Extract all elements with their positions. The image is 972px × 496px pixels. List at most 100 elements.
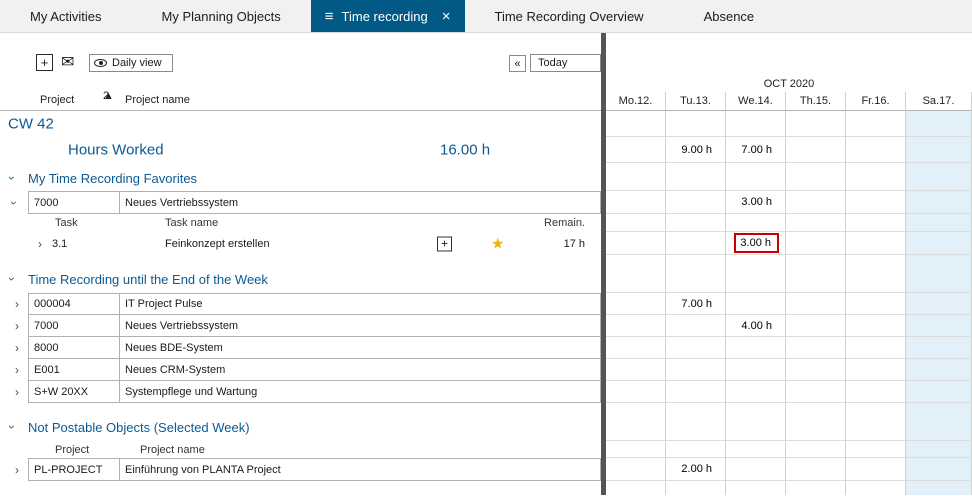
- section-title[interactable]: Not Postable Objects (Selected Week): [28, 420, 250, 435]
- column-header-project[interactable]: Project: [40, 94, 74, 106]
- task-name[interactable]: Feinkonzept erstellen: [165, 238, 270, 250]
- section-title[interactable]: My Time Recording Favorites: [28, 171, 197, 186]
- time-entry-cell-th[interactable]: [786, 315, 846, 337]
- time-entry-cell-we[interactable]: [726, 381, 786, 403]
- time-entry-cell-tu[interactable]: 2.00 h: [666, 458, 726, 481]
- collapse-icon[interactable]: ›: [6, 176, 18, 180]
- time-entry-cell-we[interactable]: [726, 337, 786, 359]
- time-entry-cell-mo[interactable]: [606, 191, 666, 214]
- favorite-star-icon[interactable]: ★: [491, 234, 504, 252]
- project-code-cell[interactable]: E001: [28, 359, 120, 381]
- project-name-cell[interactable]: Neues CRM-System: [119, 359, 601, 381]
- project-code-cell[interactable]: 7000: [28, 315, 120, 337]
- project-code-cell[interactable]: 8000: [28, 337, 120, 359]
- expand-icon[interactable]: ›: [15, 342, 19, 354]
- project-code-cell[interactable]: PL-PROJECT: [28, 458, 120, 481]
- project-code-cell[interactable]: S+W 20XX: [28, 381, 120, 403]
- time-entry-cell-tu[interactable]: [666, 359, 726, 381]
- time-entry-cell-we[interactable]: [726, 293, 786, 315]
- time-entry-cell-sa[interactable]: [906, 315, 972, 337]
- time-entry-cell-sa[interactable]: [906, 191, 972, 214]
- time-entry-cell-mo[interactable]: [606, 458, 666, 481]
- time-entry-cell-sa[interactable]: [906, 293, 972, 315]
- add-button[interactable]: +: [36, 54, 53, 71]
- time-entry-cell-fr[interactable]: [846, 359, 906, 381]
- time-entry-cell-fr[interactable]: [846, 232, 906, 255]
- time-entry-cell-mo[interactable]: [606, 293, 666, 315]
- mail-button[interactable]: ✉: [61, 55, 74, 71]
- column-header-project-name[interactable]: Project name: [125, 94, 190, 106]
- time-entry-cell-mo[interactable]: [606, 315, 666, 337]
- collapse-icon[interactable]: ›: [6, 277, 18, 281]
- time-entry-cell-we[interactable]: 3.00 h: [726, 191, 786, 214]
- time-entry-cell-tu[interactable]: [666, 315, 726, 337]
- time-entry-cell-th[interactable]: [786, 458, 846, 481]
- expand-icon[interactable]: ›: [15, 320, 19, 332]
- time-entry-cell-fr[interactable]: [846, 293, 906, 315]
- time-entry-cell-we[interactable]: 4.00 h: [726, 315, 786, 337]
- collapse-icon[interactable]: ›: [8, 201, 20, 205]
- expand-icon[interactable]: ›: [15, 298, 19, 310]
- project-name-cell[interactable]: Neues Vertriebssystem: [119, 191, 601, 214]
- menu-icon[interactable]: ≡: [325, 8, 334, 25]
- time-entry-cell-sa[interactable]: [906, 381, 972, 403]
- time-entry-cell-fr[interactable]: [846, 337, 906, 359]
- time-entry-cell-mo[interactable]: [606, 359, 666, 381]
- time-entry-cell-tu[interactable]: 7.00 h: [666, 293, 726, 315]
- day-cell: [606, 441, 666, 458]
- previous-button[interactable]: «: [509, 55, 526, 72]
- project-code-cell[interactable]: 7000: [28, 191, 120, 214]
- time-entry-cell-tu[interactable]: [666, 381, 726, 403]
- tab-time-recording[interactable]: ≡ Time recording ×: [311, 0, 465, 32]
- time-entry-cell-sa[interactable]: [906, 232, 972, 255]
- time-entry-cell-fr[interactable]: [846, 381, 906, 403]
- add-time-button[interactable]: +: [437, 236, 452, 251]
- project-name-cell[interactable]: Neues BDE-System: [119, 337, 601, 359]
- day-cell: [786, 214, 846, 232]
- time-entry-cell-we[interactable]: [726, 458, 786, 481]
- task-id[interactable]: 3.1: [52, 238, 67, 250]
- today-button[interactable]: Today: [530, 54, 601, 72]
- project-name-cell[interactable]: Einführung von PLANTA Project: [119, 458, 601, 481]
- time-entry-cell-sa[interactable]: [906, 337, 972, 359]
- pane-splitter[interactable]: [601, 33, 606, 495]
- time-entry-cell-fr[interactable]: [846, 191, 906, 214]
- time-entry-cell-fr[interactable]: [846, 458, 906, 481]
- tab-my-activities[interactable]: My Activities: [0, 0, 132, 32]
- daily-view-button[interactable]: Daily view: [89, 54, 173, 72]
- project-name-cell[interactable]: IT Project Pulse: [119, 293, 601, 315]
- time-entry-cell-sa[interactable]: [906, 359, 972, 381]
- time-entry-cell-tu[interactable]: [666, 191, 726, 214]
- collapse-icon[interactable]: ›: [6, 425, 18, 429]
- tab-absence[interactable]: Absence: [674, 0, 785, 32]
- tab-my-planning-objects[interactable]: My Planning Objects: [132, 0, 311, 32]
- eye-icon: [94, 59, 107, 67]
- time-entry-cell-fr[interactable]: [846, 315, 906, 337]
- highlighted-time-cell[interactable]: 3.00 h: [734, 233, 779, 253]
- time-entry-cell-th[interactable]: [786, 381, 846, 403]
- expand-icon[interactable]: ›: [38, 238, 42, 250]
- section-title[interactable]: Time Recording until the End of the Week: [28, 272, 268, 287]
- time-entry-cell-we[interactable]: [726, 359, 786, 381]
- time-entry-cell-th[interactable]: [786, 232, 846, 255]
- expand-icon[interactable]: ›: [15, 364, 19, 376]
- time-entry-cell-th[interactable]: [786, 359, 846, 381]
- day-cell: [786, 111, 846, 137]
- tab-time-recording-overview[interactable]: Time Recording Overview: [465, 0, 674, 32]
- time-entry-cell-mo[interactable]: [606, 381, 666, 403]
- time-entry-cell-mo[interactable]: [606, 232, 666, 255]
- project-code-cell[interactable]: 000004: [28, 293, 120, 315]
- expand-icon[interactable]: ›: [15, 464, 19, 476]
- time-entry-cell-sa[interactable]: [906, 458, 972, 481]
- time-entry-cell-mo[interactable]: [606, 337, 666, 359]
- expand-icon[interactable]: ›: [15, 386, 19, 398]
- day-header-row: Mo.12. Tu.13. We.14. Th.15. Fr.16. Sa.17…: [606, 92, 972, 111]
- time-entry-cell-tu[interactable]: [666, 232, 726, 255]
- time-entry-cell-th[interactable]: [786, 191, 846, 214]
- time-entry-cell-tu[interactable]: [666, 337, 726, 359]
- time-entry-cell-th[interactable]: [786, 293, 846, 315]
- project-name-cell[interactable]: Neues Vertriebssystem: [119, 315, 601, 337]
- close-icon[interactable]: ×: [442, 8, 451, 25]
- time-entry-cell-th[interactable]: [786, 337, 846, 359]
- project-name-cell[interactable]: Systempflege und Wartung: [119, 381, 601, 403]
